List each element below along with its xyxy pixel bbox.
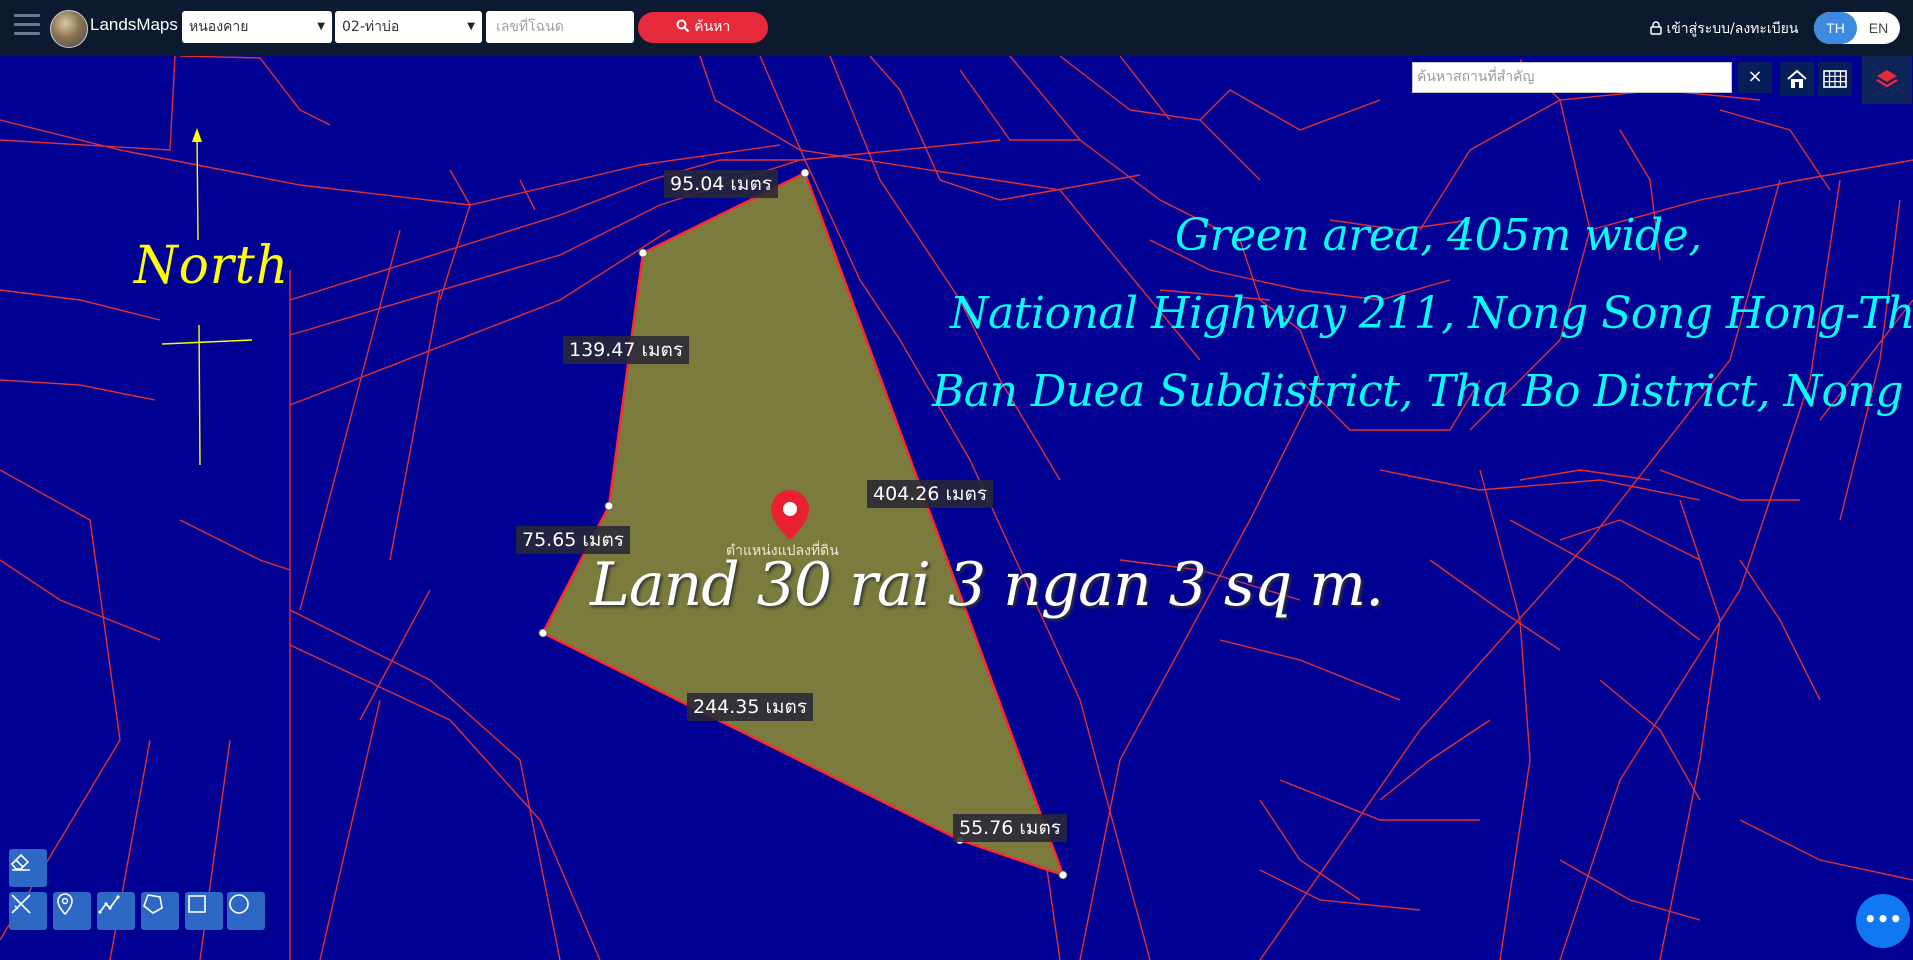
dropdown-arrow-icon: ▼ [467,21,475,32]
point-tool-button[interactable] [53,892,91,930]
distance-label: 55.76 เมตร [953,814,1067,842]
grid-button[interactable] [1818,62,1852,96]
top-navbar: LandsMaps หนองคาย ▼ 02-ท่าบ่อ ▼ เลขที่โฉ… [0,0,1913,56]
lang-th-button[interactable]: TH [1814,12,1857,44]
measure-tool-button[interactable] [9,892,47,930]
map-canvas[interactable]: 95.04 เมตร 139.47 เมตร 75.65 เมตร 404.26… [0,56,1913,960]
province-select[interactable]: หนองคาย ▼ [182,11,332,43]
login-label: เข้าสู่ระบบ/ลงทะเบียน [1666,21,1799,37]
place-search-input[interactable]: ค้นหาสถานที่สำคัญ [1412,62,1732,93]
line-tool-button[interactable] [97,892,135,930]
polygon-icon [143,894,163,914]
annotation-line-2: National Highway 211, Nong Song Hong-Tha… [950,288,1913,339]
brand-name: LandsMaps [90,15,178,34]
search-icon [676,19,689,33]
vertex-point[interactable] [538,628,548,638]
eraser-icon [10,853,30,871]
marker-icon [57,893,73,916]
circle-icon [229,894,249,914]
annotation-line-3: Ban Duea Subdistrict, Tha Bo District, N… [932,366,1913,417]
north-label: North [134,234,290,296]
north-arrow [161,128,253,466]
language-toggle: EN TH [1814,12,1900,44]
dropdown-arrow-icon: ▼ [317,21,325,32]
login-link[interactable]: เข้าสู่ระบบ/ลงทะเบียน [1650,18,1798,40]
lang-en-button[interactable]: EN [1857,12,1900,44]
polygon-tool-button[interactable] [141,892,179,930]
menu-icon[interactable] [14,14,40,40]
grid-icon [1823,70,1847,88]
district-select[interactable]: 02-ท่าบ่อ ▼ [335,11,482,43]
distance-label: 95.04 เมตร [664,170,778,198]
polyline-icon [98,895,120,914]
search-button[interactable]: ค้นหา [638,12,768,43]
circle-tool-button[interactable] [227,892,265,930]
province-select-value: หนองคาย [189,19,249,35]
distance-label: 244.35 เมตร [687,693,814,721]
vertex-point[interactable] [1058,870,1068,880]
search-button-label: ค้นหา [694,19,731,35]
measure-icon [11,894,31,914]
close-icon[interactable]: × [1738,62,1772,93]
district-select-value: 02-ท่าบ่อ [342,19,400,35]
more-options-button[interactable]: ••• [1856,894,1910,948]
rectangle-icon [188,895,206,913]
lock-icon [1650,21,1662,35]
land-area-annotation: Land 30 rai 3 ngan 3 sq m. [590,550,1384,620]
home-button[interactable] [1780,62,1814,96]
rectangle-tool-button[interactable] [185,892,223,930]
layers-button[interactable] [1862,56,1912,104]
vertex-point[interactable] [800,168,810,178]
home-icon [1787,69,1807,88]
distance-label: 139.47 เมตร [563,336,690,364]
vertex-point[interactable] [638,248,648,258]
deed-number-input[interactable]: เลขที่โฉนด [486,11,634,43]
eraser-tool-button[interactable] [9,849,47,887]
distance-label: 404.26 เมตร [867,480,994,508]
layers-icon [1876,70,1898,88]
app-logo[interactable] [50,10,88,48]
annotation-line-1: Green area, 405m wide, [1175,210,1702,261]
vertex-point[interactable] [604,501,614,511]
